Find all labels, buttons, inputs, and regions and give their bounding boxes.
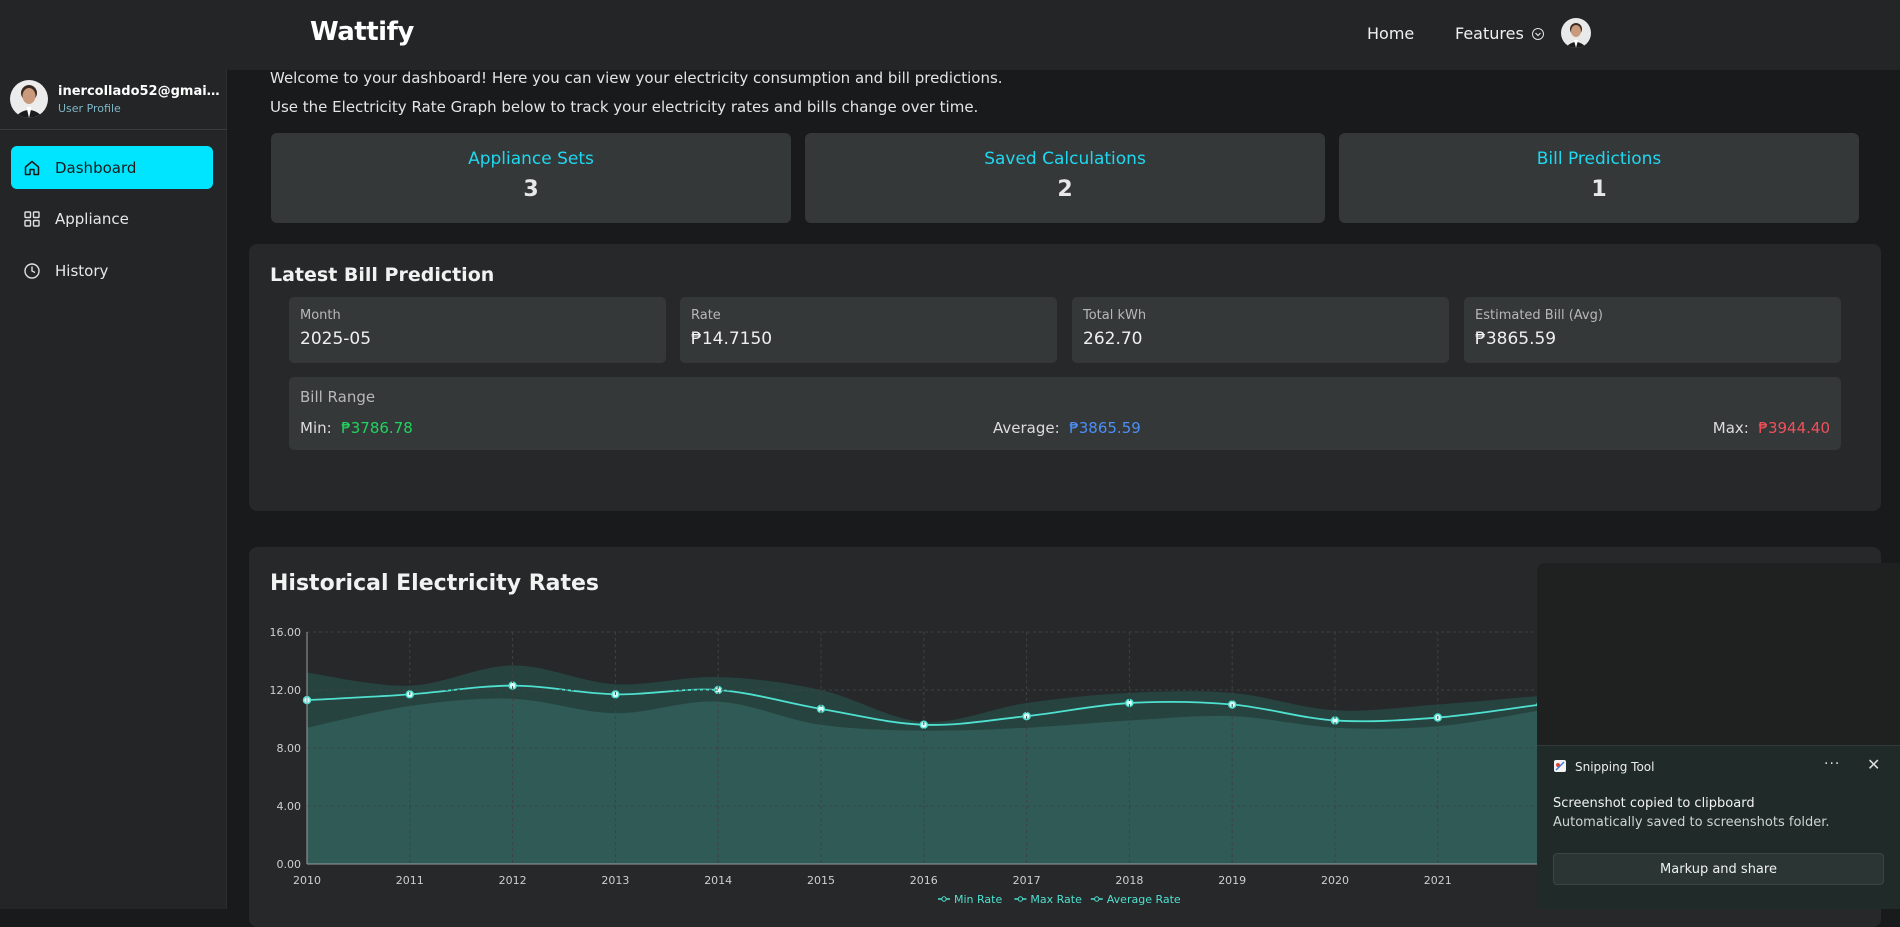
legend-marker — [1094, 896, 1100, 902]
x-tick-label: 2010 — [293, 874, 321, 887]
legend-marker — [1017, 896, 1024, 902]
y-tick-label: 8.00 — [277, 742, 302, 755]
notification-app-name: Snipping Tool — [1575, 760, 1655, 774]
legend-marker — [941, 896, 947, 902]
x-tick-label: 2013 — [601, 874, 629, 887]
x-tick-label: 2020 — [1321, 874, 1349, 887]
more-options-icon[interactable]: ··· — [1824, 756, 1840, 772]
x-tick-label: 2011 — [396, 874, 424, 887]
x-tick-label: 2018 — [1115, 874, 1143, 887]
y-tick-label: 16.00 — [270, 626, 302, 639]
notification-preview — [1537, 563, 1900, 745]
legend-label: Max Rate — [1030, 893, 1082, 906]
x-tick-label: 2012 — [499, 874, 527, 887]
legend-label: Average Rate — [1107, 893, 1181, 906]
x-tick-label: 2016 — [910, 874, 938, 887]
x-tick-label: 2014 — [704, 874, 732, 887]
y-tick-label: 0.00 — [277, 858, 302, 871]
notification-title: Screenshot copied to clipboard — [1553, 796, 1755, 811]
close-icon[interactable]: ✕ — [1867, 755, 1880, 774]
x-tick-label: 2019 — [1218, 874, 1246, 887]
snipping-tool-notification[interactable]: Snipping Tool ··· ✕ Screenshot copied to… — [1537, 745, 1900, 909]
y-tick-label: 4.00 — [277, 800, 302, 813]
x-tick-label: 2017 — [1013, 874, 1041, 887]
markup-and-share-button[interactable]: Markup and share — [1553, 853, 1884, 885]
notification-subtitle: Automatically saved to screenshots folde… — [1553, 815, 1830, 830]
snipping-tool-icon — [1554, 760, 1566, 772]
y-tick-label: 12.00 — [270, 684, 302, 697]
x-tick-label: 2021 — [1424, 874, 1452, 887]
legend-label: Min Rate — [954, 893, 1002, 906]
x-tick-label: 2015 — [807, 874, 835, 887]
